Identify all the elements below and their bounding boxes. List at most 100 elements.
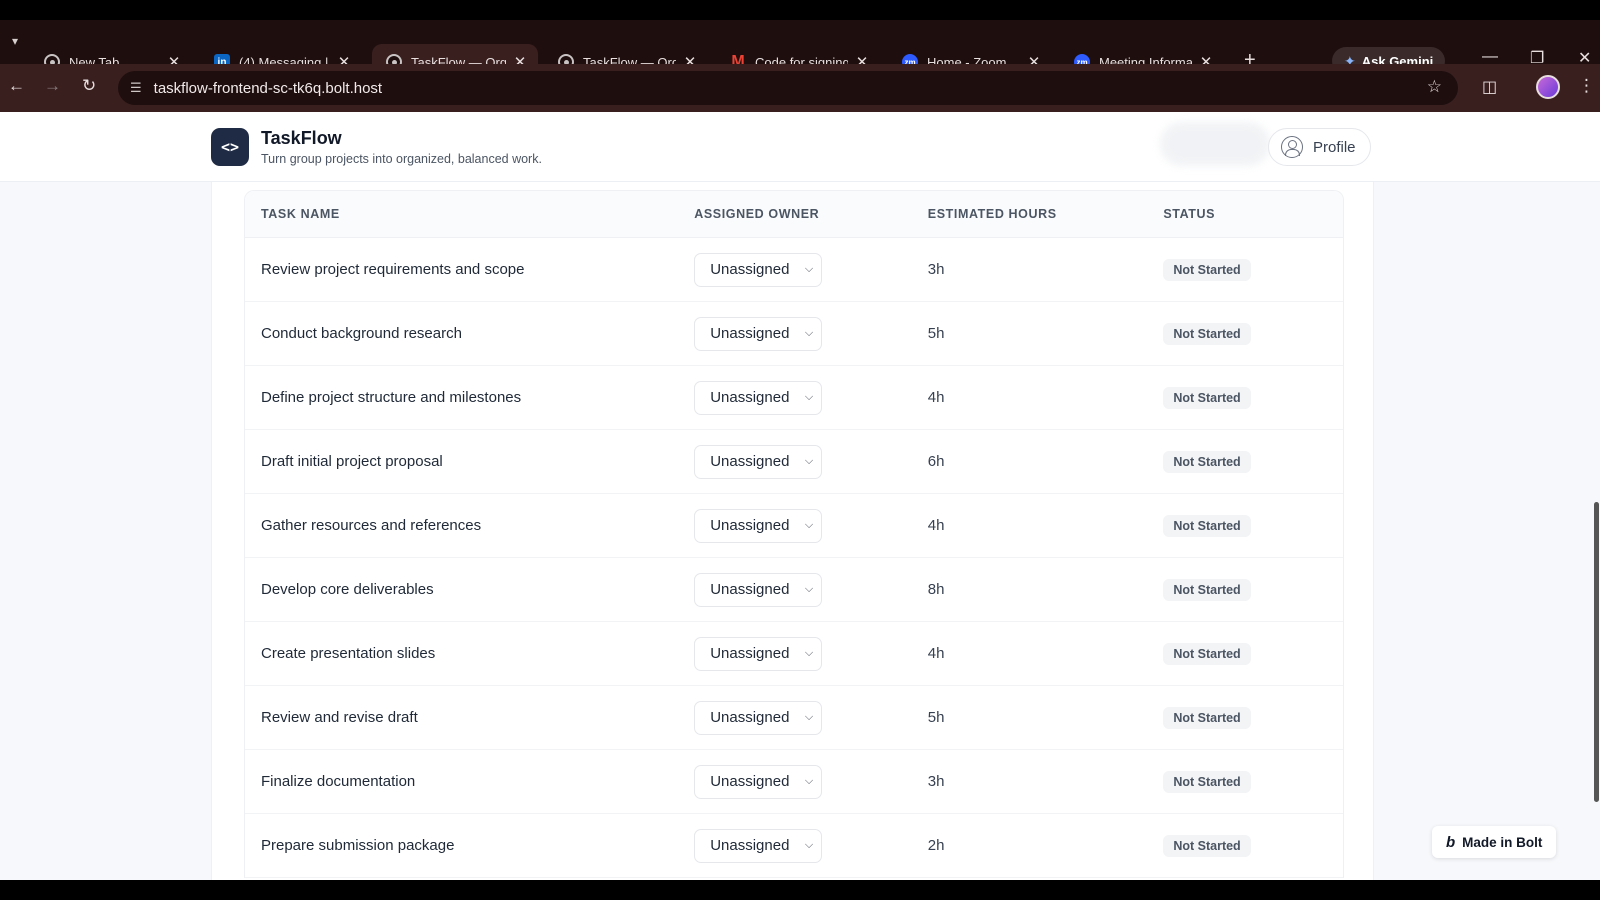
status-badge: Not Started [1163,578,1251,601]
chevron-down-icon: ⌵ [804,519,814,531]
header-task-name: TASK NAME [261,207,340,221]
made-in-bolt-badge[interactable]: b Made in Bolt [1432,826,1557,858]
estimated-hours: 5h [927,324,945,342]
taskflow-code-logo-icon: <> [211,128,249,166]
owner-select[interactable]: Unassigned ⌵ [694,764,823,799]
owner-value: Unassigned [710,709,790,726]
owner-select[interactable]: Unassigned ⌵ [694,252,823,287]
status-badge: Not Started [1163,450,1251,473]
table-row: Develop core deliverables Unassigned ⌵ 8h No… [245,558,1343,622]
owner-value: Unassigned [710,773,790,790]
browser-toolbar: ← → ↻ ☰ taskflow-frontend-sc-tk6q.bolt.h… [0,64,1600,112]
owner-value: Unassigned [710,645,790,662]
estimated-hours: 4h [927,388,945,406]
blurred-header-element [1160,122,1270,166]
owner-value: Unassigned [710,325,790,342]
tab-search-icon[interactable]: ▾ [4,28,26,54]
owner-value: Unassigned [710,453,790,470]
task-name: Draft initial project proposal [261,452,443,470]
task-card: TASK NAME ASSIGNED OWNER ESTIMATED HOURS… [211,182,1374,880]
chevron-down-icon: ⌵ [804,391,814,403]
browser-menu-kebab-icon[interactable]: ⋮ [1578,76,1595,96]
chevron-down-icon: ⌵ [804,327,814,339]
owner-value: Unassigned [710,261,790,278]
chevron-down-icon: ⌵ [804,583,814,595]
table-row: Conduct background research Unassigned ⌵ 5h… [245,302,1343,366]
estimated-hours: 8h [927,580,945,598]
browser-tab-strip: ▾ New Tab✕in(4) Messaging | LinkedIn✕Tas… [0,0,1600,80]
app-header: <> TaskFlow Turn group projects into org… [0,112,1600,182]
chevron-down-icon: ⌵ [804,839,814,851]
estimated-hours: 4h [927,644,945,662]
owner-select[interactable]: Unassigned ⌵ [694,508,823,543]
user-circle-icon [1281,136,1303,158]
estimated-hours: 5h [927,708,945,726]
header-estimated-hours: ESTIMATED HOURS [927,207,1057,221]
profile-button[interactable]: Profile [1268,128,1371,166]
chevron-down-icon: ⌵ [804,647,814,659]
estimated-hours: 3h [927,772,945,790]
back-arrow-icon[interactable]: ← [8,76,25,96]
table-row: Gather resources and references Unassigne… [245,494,1343,558]
status-badge: Not Started [1163,322,1251,345]
status-badge: Not Started [1163,834,1251,857]
made-in-bolt-label: Made in Bolt [1462,834,1543,850]
table-row: Finalize documentation Unassigned ⌵ 3h Not S… [245,750,1343,814]
browser-profile-avatar[interactable] [1536,75,1560,99]
table-row: Review and revise draft Unassigned ⌵ 5h Not … [245,686,1343,750]
profile-label: Profile [1313,138,1356,156]
table-header-row: TASK NAME ASSIGNED OWNER ESTIMATED HOURS… [245,191,1343,238]
task-name: Prepare submission package [261,836,455,854]
bolt-logo-icon: b [1446,833,1456,851]
task-name: Gather resources and references [261,516,482,534]
table-row: Draft initial project proposal Unassigned… [245,430,1343,494]
estimated-hours: 3h [927,260,945,278]
extensions-puzzle-icon[interactable]: ◫ [1482,77,1497,97]
task-name: Develop core deliverables [261,580,434,598]
task-name: Review project requirements and scope [261,260,525,278]
table-row: Define project structure and milestones U… [245,366,1343,430]
app-tagline: Turn group projects into organized, bala… [261,152,542,166]
chevron-down-icon: ⌵ [804,775,814,787]
forward-arrow-icon[interactable]: → [44,76,61,96]
status-badge: Not Started [1163,770,1251,793]
chevron-down-icon: ⌵ [804,711,814,723]
site-info-icon[interactable]: ☰ [130,80,142,96]
task-name: Finalize documentation [261,772,416,790]
task-name: Conduct background research [261,324,462,342]
task-name: Create presentation slides [261,644,436,662]
task-table: TASK NAME ASSIGNED OWNER ESTIMATED HOURS… [244,190,1344,878]
address-bar[interactable]: ☰ taskflow-frontend-sc-tk6q.bolt.host ☆ [118,71,1458,105]
bookmark-star-icon[interactable]: ☆ [1427,77,1442,97]
owner-select[interactable]: Unassigned ⌵ [694,828,823,863]
owner-select[interactable]: Unassigned ⌵ [694,380,823,415]
status-badge: Not Started [1163,514,1251,537]
owner-value: Unassigned [710,517,790,534]
table-row: Review project requirements and scope Una… [245,238,1343,302]
app-title: TaskFlow [261,128,342,148]
chevron-down-icon: ⌵ [804,263,814,275]
owner-select[interactable]: Unassigned ⌵ [694,444,823,479]
header-status: STATUS [1163,207,1216,221]
web-page: <> TaskFlow Turn group projects into org… [0,112,1600,880]
status-badge: Not Started [1163,386,1251,409]
status-badge: Not Started [1163,706,1251,729]
owner-select[interactable]: Unassigned ⌵ [694,636,823,671]
estimated-hours: 2h [927,836,945,854]
chevron-down-icon: ⌵ [804,455,814,467]
task-name: Review and revise draft [261,708,418,726]
url-text: taskflow-frontend-sc-tk6q.bolt.host [153,79,383,97]
table-row: Prepare submission package Unassigned ⌵ 2h N… [245,814,1343,878]
owner-select[interactable]: Unassigned ⌵ [694,316,823,351]
owner-select[interactable]: Unassigned ⌵ [694,572,823,607]
status-badge: Not Started [1163,642,1251,665]
reload-icon[interactable]: ↻ [82,76,96,96]
estimated-hours: 6h [927,452,945,470]
owner-value: Unassigned [710,581,790,598]
task-name: Define project structure and milestones [261,388,522,406]
table-row: Create presentation slides Unassigned ⌵ 4h N… [245,622,1343,686]
owner-value: Unassigned [710,837,790,854]
estimated-hours: 4h [927,516,945,534]
owner-select[interactable]: Unassigned ⌵ [694,700,823,735]
page-scrollbar[interactable] [1594,502,1599,802]
